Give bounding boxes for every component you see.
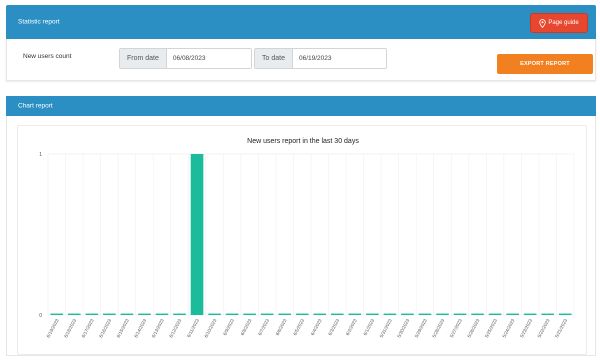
chart-bar (436, 313, 449, 315)
x-tick-label: 5/26/2023 (466, 318, 480, 339)
chart-bar (278, 313, 292, 315)
y-tick-label: 1 (39, 152, 42, 158)
chart-bar (103, 313, 116, 315)
x-tick-label: 5/24/2023 (502, 318, 516, 339)
chart-bar (401, 313, 414, 315)
to-date-group: To date (254, 48, 387, 69)
from-date-group: From date (119, 48, 252, 69)
chart-bar (243, 313, 256, 315)
x-tick-label: 6/12/2023 (168, 318, 182, 339)
chart-bar (471, 313, 484, 315)
chart-report-title: Chart report (18, 102, 53, 110)
chart-bar (173, 313, 186, 315)
chart-bar (295, 313, 309, 315)
to-date-label: To date (255, 49, 293, 68)
chart-bar (558, 313, 572, 315)
x-tick-label: 5/30/2023 (396, 318, 410, 339)
new-users-chart: New users report in the last 30 days 0 1 6… (39, 138, 575, 339)
chart-bar (260, 313, 274, 315)
x-tick-label: 6/17/2023 (81, 318, 95, 339)
chart-bar (348, 313, 362, 315)
page-guide-button[interactable]: Page guide (530, 13, 588, 33)
chart-bar (366, 313, 379, 315)
x-tick-label: 6/18/2023 (63, 318, 77, 339)
chart-bar (383, 313, 397, 315)
x-tick-label: 5/27/2023 (449, 318, 463, 339)
chart-panel: New users report in the last 30 days 0 1 6… (6, 116, 596, 356)
chart-bar (453, 313, 467, 315)
chart-bar (208, 313, 221, 315)
chart-bar (155, 313, 169, 315)
x-tick-label: 5/29/2023 (414, 318, 428, 339)
x-tick-label: 6/4/2023 (310, 318, 323, 337)
page-guide-label: Page guide (548, 20, 579, 26)
chart-bar (313, 313, 327, 315)
chart-bar (541, 313, 555, 315)
chart-frame: New users report in the last 30 days 0 1 6… (17, 125, 587, 355)
chart-title: New users report in the last 30 days (247, 138, 359, 145)
x-tick-label: 6/8/2023 (240, 318, 253, 337)
x-tick-label: 5/25/2023 (484, 318, 498, 339)
from-date-label: From date (120, 49, 167, 68)
x-tick-label: 6/11/2023 (186, 318, 200, 338)
x-tick-label: 6/16/2023 (98, 318, 112, 339)
x-tick-label: 6/10/2023 (203, 318, 217, 339)
x-tick-label: 6/1/2023 (362, 318, 375, 337)
chart-bar (50, 313, 64, 315)
x-tick-label: 6/19/2023 (46, 318, 60, 339)
statistic-report-title: Statistic report (18, 18, 60, 26)
x-tick-label: 5/22/2023 (537, 318, 551, 339)
x-tick-label: 6/15/2023 (116, 318, 130, 339)
chart-bar (138, 313, 151, 315)
new-users-count-label: New users count (23, 53, 72, 60)
chart-bar (225, 313, 239, 315)
chart-bar (418, 313, 432, 315)
x-tick-label: 6/9/2023 (222, 318, 235, 337)
chart-bar (523, 313, 537, 315)
chart-bar (488, 313, 502, 315)
chart-report-header: Chart report (6, 96, 596, 116)
x-tick-label: 6/2/2023 (345, 318, 358, 337)
x-tick-label: 6/7/2023 (257, 318, 270, 337)
map-pin-icon (539, 18, 546, 28)
x-tick-label: 6/3/2023 (327, 318, 340, 337)
chart-bar (85, 313, 99, 315)
export-report-button[interactable]: EXPORT REPORT (497, 54, 593, 74)
to-date-input[interactable] (292, 49, 386, 68)
x-tick-label: 6/5/2023 (292, 318, 305, 337)
statistic-report-header: Statistic report Page guide (6, 5, 596, 39)
x-tick-label: 5/31/2023 (379, 318, 393, 339)
chart-bar (190, 154, 204, 315)
chart-bar (330, 313, 344, 315)
x-tick-label: 6/6/2023 (275, 318, 288, 337)
chart-bar (506, 313, 519, 315)
filter-panel: New users count From date To date EXPORT… (6, 39, 596, 81)
x-tick-label: 6/13/2023 (151, 318, 165, 339)
x-tick-label: 6/14/2023 (133, 318, 147, 339)
x-tick-label: 5/23/2023 (519, 318, 533, 339)
from-date-input[interactable] (166, 49, 251, 68)
chart-bar (120, 313, 134, 315)
x-tick-label: 5/28/2023 (431, 318, 445, 339)
y-tick-label: 0 (39, 313, 42, 319)
x-tick-label: 5/21/2023 (554, 318, 568, 339)
chart-bar (67, 313, 81, 315)
